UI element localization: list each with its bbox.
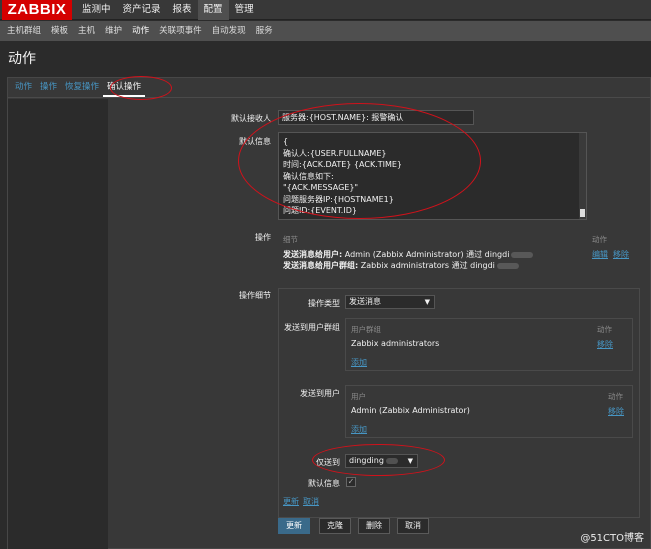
form-tabs: 动作 操作 恢复操作 确认操作 bbox=[8, 78, 650, 98]
menu-reports[interactable]: 报表 bbox=[167, 0, 198, 20]
operation-cancel-link[interactable]: 取消 bbox=[303, 496, 319, 507]
textarea-scrollbar[interactable] bbox=[579, 133, 586, 219]
default-message-checkbox[interactable]: ✓ bbox=[346, 477, 356, 487]
top-navigation-bar: ZABBIX 监测中 资产记录 报表 配置 管理 bbox=[0, 0, 651, 20]
send-to-groups-label: 发送到用户群组 bbox=[284, 323, 340, 332]
page-header: 动作 bbox=[0, 41, 651, 74]
update-button[interactable]: 更新 bbox=[278, 518, 310, 534]
submenu-maintenance[interactable]: 维护 bbox=[100, 21, 127, 41]
operation-update-link[interactable]: 更新 bbox=[283, 496, 299, 507]
users-column-header: 用户 bbox=[351, 392, 366, 401]
group-remove-link[interactable]: 移除 bbox=[597, 339, 613, 350]
submenu-discovery[interactable]: 自动发现 bbox=[207, 21, 251, 41]
message-line: { bbox=[283, 137, 289, 146]
sub-menu: 主机群组 模板 主机 维护 动作 关联项事件 自动发现 服务 bbox=[0, 21, 651, 41]
menu-configuration[interactable]: 配置 bbox=[197, 0, 229, 20]
user-name: Admin (Zabbix Administrator) bbox=[351, 406, 470, 415]
default-subject-input[interactable]: 服务器:{HOST.NAME}: 报警确认 bbox=[278, 110, 474, 125]
operation-remove-link[interactable]: 移除 bbox=[613, 249, 629, 260]
send-only-to-select[interactable]: dingding ▼ bbox=[345, 454, 418, 468]
redacted-blur bbox=[385, 457, 398, 464]
message-line: 问题ID:{EVENT.ID} bbox=[283, 206, 357, 215]
operation-type-label: 操作类型 bbox=[308, 299, 340, 308]
redacted-blur bbox=[511, 251, 534, 258]
submenu-hosts[interactable]: 主机 bbox=[73, 21, 100, 41]
operation-row-group: 发送消息给用户群组: Zabbix administrators 通过 ding… bbox=[283, 260, 519, 271]
submenu-actions[interactable]: 动作 bbox=[127, 21, 154, 41]
watermark: @51CTO博客 bbox=[580, 533, 644, 544]
operation-row-user: 发送消息给用户: Admin (Zabbix Administrator) 通过… bbox=[283, 249, 534, 260]
submenu-host-groups[interactable]: 主机群组 bbox=[2, 21, 46, 41]
dropdown-arrow-icon: ▼ bbox=[424, 298, 430, 306]
default-message-textarea[interactable]: { 确认人:{USER.FULLNAME} 时间:{ACK.DATE} {ACK… bbox=[278, 132, 587, 220]
zabbix-logo[interactable]: ZABBIX bbox=[2, 0, 72, 20]
tab-recovery-operations[interactable]: 恢复操作 bbox=[61, 78, 103, 97]
scroll-thumb[interactable] bbox=[580, 209, 585, 217]
tab-acknowledge-operations[interactable]: 确认操作 bbox=[103, 78, 146, 97]
action-form-panel: 动作 操作 恢复操作 确认操作 默认接收人 服务器:{HOST.NAME}: 报… bbox=[7, 77, 651, 549]
tab-operations[interactable]: 操作 bbox=[36, 78, 61, 97]
message-line: "{ACK.MESSAGE}" bbox=[283, 183, 359, 192]
user-add-link[interactable]: 添加 bbox=[351, 424, 367, 435]
group-add-link[interactable]: 添加 bbox=[351, 357, 367, 368]
groups-table: 用户群组 动作 Zabbix administrators 移除 添加 bbox=[345, 318, 633, 371]
operation-edit-link[interactable]: 编辑 bbox=[592, 249, 608, 260]
users-table: 用户 动作 Admin (Zabbix Administrator) 移除 添加 bbox=[345, 385, 633, 438]
menu-inventory[interactable]: 资产记录 bbox=[117, 0, 167, 20]
message-line: 时间:{ACK.DATE} {ACK.TIME} bbox=[283, 160, 403, 169]
default-message-label: 默认信息 bbox=[239, 137, 271, 146]
page-title: 动作 bbox=[8, 51, 36, 67]
submenu-services[interactable]: 服务 bbox=[251, 21, 278, 41]
default-message-check-label: 默认信息 bbox=[308, 479, 340, 488]
menu-administration[interactable]: 管理 bbox=[229, 0, 260, 20]
operations-header-details: 细节 bbox=[283, 235, 298, 244]
submenu-correlation[interactable]: 关联项事件 bbox=[154, 21, 207, 41]
groups-column-header: 用户群组 bbox=[351, 325, 381, 334]
cancel-button[interactable]: 取消 bbox=[397, 518, 429, 534]
message-line: 问题服务器IP:{HOSTNAME1} bbox=[283, 194, 394, 204]
form-left-gutter bbox=[8, 99, 108, 549]
menu-monitoring[interactable]: 监测中 bbox=[76, 0, 117, 20]
tab-action[interactable]: 动作 bbox=[11, 78, 36, 97]
group-name: Zabbix administrators bbox=[351, 339, 440, 348]
redacted-blur bbox=[496, 262, 519, 269]
operation-type-select[interactable]: 发送消息 ▼ bbox=[345, 295, 435, 309]
clone-button[interactable]: 克隆 bbox=[319, 518, 351, 534]
main-menu: 监测中 资产记录 报表 配置 管理 bbox=[76, 0, 260, 20]
user-remove-link[interactable]: 移除 bbox=[608, 406, 624, 417]
operation-details-label: 操作细节 bbox=[239, 291, 271, 300]
send-to-users-label: 发送到用户 bbox=[300, 389, 340, 398]
submenu-templates[interactable]: 模板 bbox=[46, 21, 73, 41]
users-action-header: 动作 bbox=[608, 392, 623, 401]
operations-label: 操作 bbox=[255, 233, 271, 242]
dropdown-arrow-icon: ▼ bbox=[407, 457, 413, 465]
send-only-to-label: 仅送到 bbox=[316, 458, 340, 467]
default-subject-label: 默认接收人 bbox=[231, 114, 271, 123]
operations-header-action: 动作 bbox=[592, 235, 607, 244]
groups-action-header: 动作 bbox=[597, 325, 612, 334]
message-line: 确认信息如下: bbox=[283, 171, 334, 181]
message-line: 确认人:{USER.FULLNAME} bbox=[283, 148, 387, 158]
delete-button[interactable]: 删除 bbox=[358, 518, 390, 534]
